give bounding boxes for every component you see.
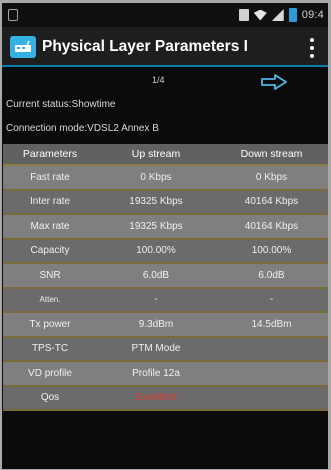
sim-icon: [238, 9, 249, 21]
param-name: Tx power: [29, 318, 71, 330]
action-bar: Physical Layer Parameters I: [2, 27, 328, 67]
upstream-value: 6.0dB: [142, 269, 170, 281]
header-downstream: Down stream: [240, 148, 303, 160]
upstream-value: PTM Mode: [131, 343, 181, 355]
param-name: Fast rate: [30, 171, 70, 183]
table-row: TPS-TC PTM Mode: [3, 337, 328, 362]
param-name: Qos: [40, 392, 60, 404]
table-row: Max rate 19325 Kbps 40164 Kbps: [3, 215, 328, 240]
battery-icon: [288, 8, 297, 22]
table-header: Parameters Up stream Down stream: [3, 144, 328, 166]
phone-screen: 09:4 Physical Layer Parameters I 1/4 Cur…: [2, 3, 328, 469]
upstream-value: 19325 Kbps: [129, 196, 183, 208]
header-parameters: Parameters: [22, 148, 78, 160]
wifi-icon: [253, 9, 267, 21]
table-row: Capacity 100.00% 100.00%: [3, 239, 328, 264]
param-name: Inter rate: [29, 196, 71, 208]
arrow-right-icon[interactable]: [260, 73, 288, 91]
upstream-value: Profile 12a: [132, 367, 180, 379]
qos-value: Excellent: [135, 392, 177, 404]
param-name: TPS-TC: [31, 343, 69, 355]
status-bar: 09:4: [2, 3, 328, 27]
param-name: Atten.: [39, 295, 61, 305]
table-row: Tx power 9.3dBm 14.5dBm: [3, 313, 328, 338]
downstream-value: 40164 Kbps: [244, 220, 299, 232]
table-row: SNR 6.0dB 6.0dB: [3, 264, 328, 289]
param-name: Capacity: [30, 245, 70, 257]
signal-icon: [271, 9, 284, 21]
downstream-value: -: [269, 294, 274, 306]
upstream-value: 100.00%: [136, 245, 176, 257]
param-name: Max rate: [30, 220, 70, 232]
modem-icon[interactable]: [10, 36, 36, 58]
upstream-value: -: [154, 294, 158, 306]
upstream-value: 9.3dBm: [138, 318, 174, 330]
table-row: VD profile Profile 12a: [3, 362, 328, 387]
downstream-value: [215, 362, 328, 385]
table-row: Atten. - -: [3, 288, 328, 313]
downstream-value: 14.5dBm: [251, 318, 292, 330]
table-row: Fast rate 0 Kbps 0 Kbps: [3, 166, 328, 191]
downstream-value: 100.00%: [251, 245, 292, 257]
pager: 1/4: [2, 69, 328, 95]
downstream-value: 0 Kbps: [255, 171, 288, 183]
downstream-value: 40164 Kbps: [244, 196, 299, 208]
param-name: VD profile: [28, 367, 72, 379]
page-title: Physical Layer Parameters I: [42, 38, 248, 55]
param-name: SNR: [39, 269, 61, 281]
clock: 09:4: [301, 9, 324, 21]
status-icons: 09:4: [238, 7, 324, 23]
current-status: Current status:Showtime: [6, 99, 116, 110]
downstream-value: [215, 338, 328, 361]
upstream-value: 0 Kbps: [140, 171, 172, 183]
connection-mode: Connection mode:VDSL2 Annex B: [6, 123, 159, 134]
page-indicator: 1/4: [152, 75, 165, 85]
downstream-value: 6.0dB: [258, 269, 285, 281]
downstream-value: [215, 387, 328, 410]
more-vert-icon[interactable]: [310, 38, 316, 58]
parameters-table: Parameters Up stream Down stream Fast ra…: [3, 144, 328, 411]
upstream-value: 19325 Kbps: [129, 220, 183, 232]
header-upstream: Up stream: [131, 148, 181, 160]
table-row: Inter rate 19325 Kbps 40164 Kbps: [3, 190, 328, 215]
notification-icon: [8, 9, 18, 21]
device-frame: 09:4 Physical Layer Parameters I 1/4 Cur…: [0, 0, 331, 470]
table-row: Qos Excellent: [3, 386, 328, 411]
